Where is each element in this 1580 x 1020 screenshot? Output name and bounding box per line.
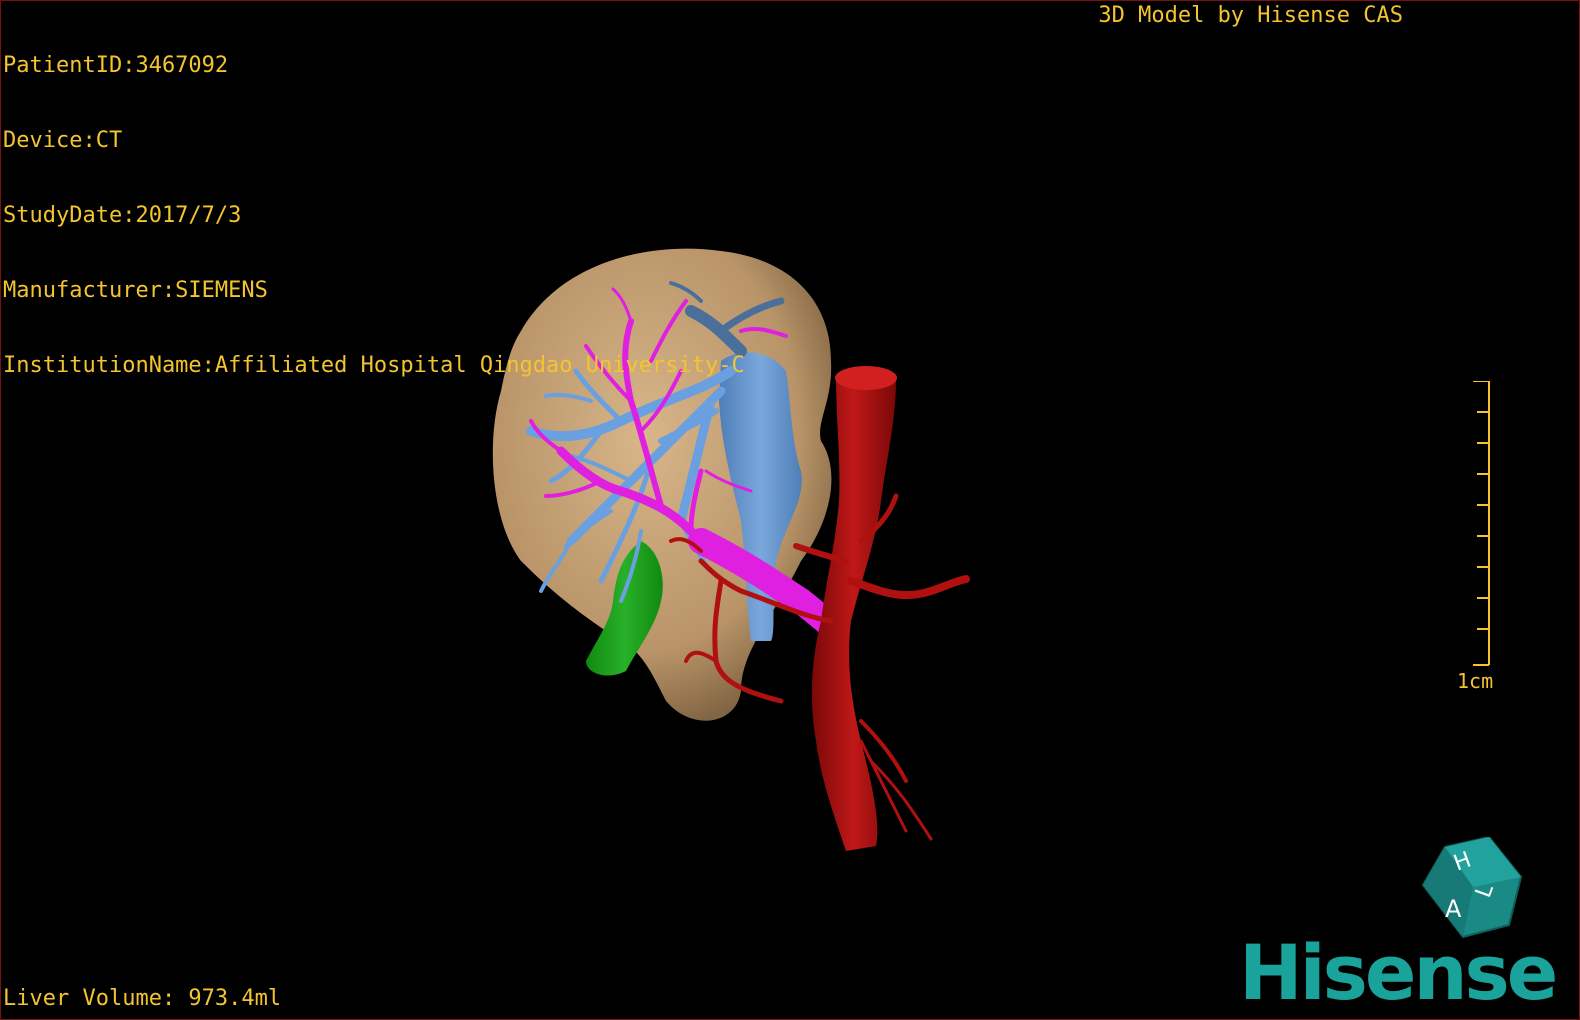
scale-label: 1cm bbox=[1457, 669, 1494, 693]
liver-volume-label: Liver Volume: 973.4ml bbox=[3, 986, 282, 1011]
orientation-cube[interactable]: H A L bbox=[1417, 837, 1527, 941]
3d-viewport[interactable]: PatientID:3467092 Device:CT StudyDate:20… bbox=[0, 0, 1580, 1020]
hisense-logo: Hisense bbox=[1239, 928, 1558, 1017]
scale-bar bbox=[1473, 381, 1490, 666]
model-credit-label: 3D Model by Hisense CAS bbox=[1098, 3, 1403, 28]
institution-label: InstitutionName:Affiliated Hospital Qing… bbox=[3, 353, 745, 378]
patient-id-label: PatientID:3467092 bbox=[3, 53, 229, 78]
cube-letter-a: A bbox=[1445, 895, 1462, 923]
aorta bbox=[811, 366, 897, 851]
manufacturer-label: Manufacturer:SIEMENS bbox=[3, 278, 268, 303]
device-label: Device:CT bbox=[3, 128, 123, 153]
study-date-label: StudyDate:2017/7/3 bbox=[3, 203, 242, 228]
study-info-overlay: PatientID:3467092 Device:CT StudyDate:20… bbox=[3, 3, 745, 428]
